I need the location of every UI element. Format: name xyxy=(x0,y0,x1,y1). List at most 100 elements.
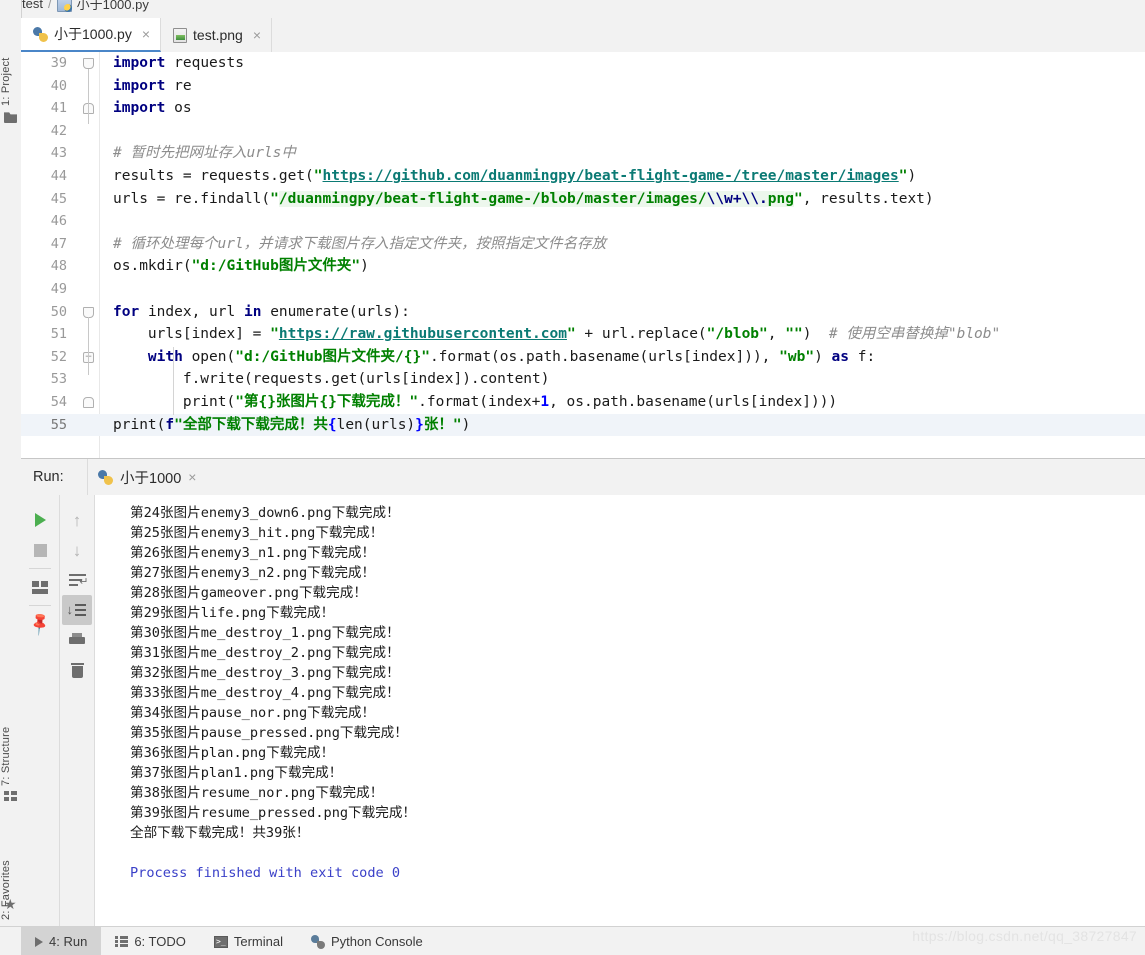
code-text: os.mkdir("d:/GitHub图片文件夹") xyxy=(113,258,369,275)
code-line[interactable]: 43 # 暂时先把网址存入urls中 xyxy=(21,142,1145,165)
console-line: 第34张图片pause_nor.png下载完成！ xyxy=(130,705,376,721)
toolbar-divider xyxy=(29,568,51,569)
tab-label: test.png xyxy=(193,27,243,43)
code-line[interactable]: 39 import requests xyxy=(21,52,1145,75)
terminal-icon: >_ xyxy=(213,935,228,948)
line-number: 43 xyxy=(50,145,67,162)
python-file-icon xyxy=(33,26,48,42)
code-line[interactable]: 42 xyxy=(21,120,1145,143)
code-line[interactable]: 44 results = requests.get("https://github… xyxy=(21,165,1145,188)
pin-tab-button[interactable]: 📌 xyxy=(25,609,55,639)
code-lines[interactable]: 39 import requests 40 import re 41 import os 4… xyxy=(21,52,1145,458)
line-number: 50 xyxy=(50,303,67,320)
structure-icon[interactable] xyxy=(4,790,17,803)
breadcrumb-file[interactable]: 小于1000.py xyxy=(77,0,149,13)
play-icon xyxy=(35,936,43,947)
status-item-run[interactable]: 4: Run xyxy=(21,927,102,955)
code-line[interactable]: 51 urls[index] = "https://raw.githubuser… xyxy=(21,323,1145,346)
line-number: 42 xyxy=(50,122,67,139)
star-icon[interactable]: ★ xyxy=(4,897,17,911)
run-toolbar-secondary: ↑ ↓ xyxy=(59,495,94,926)
console-line: 第31张图片me_destroy_2.png下载完成！ xyxy=(130,645,400,661)
console-line: 第26张图片enemy3_n1.png下载完成！ xyxy=(130,545,376,561)
code-text: import os xyxy=(113,100,192,117)
code-text: print("第{}张图片{}下载完成！".format(index+1, os… xyxy=(182,393,838,410)
print-button[interactable] xyxy=(62,625,92,655)
sidebar-item-project[interactable]: 1: Project xyxy=(0,18,21,106)
console-line: 第25张图片enemy3_hit.png下载完成！ xyxy=(130,525,384,541)
code-text: import re xyxy=(113,77,192,94)
sidebar-item-structure[interactable]: 7: Structure xyxy=(0,690,21,786)
console-line: 第32张图片me_destroy_3.png下载完成！ xyxy=(130,665,400,681)
code-line[interactable]: 50 for index, url in enumerate(urls): xyxy=(21,301,1145,324)
console-line: 第37张图片plan1.png下载完成！ xyxy=(130,765,343,781)
close-icon[interactable]: × xyxy=(188,469,196,485)
line-number: 54 xyxy=(50,393,67,410)
code-line[interactable]: 52− with open("d:/GitHub图片文件夹/{}".format… xyxy=(21,346,1145,369)
console-line: 第38张图片resume_nor.png下载完成！ xyxy=(130,785,384,801)
code-line[interactable]: 54 print("第{}张图片{}下载完成！".format(index+1,… xyxy=(21,391,1145,414)
stop-button[interactable] xyxy=(25,535,55,565)
scroll-to-end-icon xyxy=(67,602,86,617)
code-line[interactable]: 48 os.mkdir("d:/GitHub图片文件夹") xyxy=(21,255,1145,278)
fold-marker-icon[interactable] xyxy=(83,58,94,69)
code-text: for index, url in enumerate(urls): xyxy=(113,303,410,320)
status-item-label: 4: Run xyxy=(49,934,88,949)
code-text: with open("d:/GitHub图片文件夹/{}".format(os.… xyxy=(147,348,876,365)
code-text: urls[index] = "https://raw.githubusercon… xyxy=(147,326,1001,343)
run-tool-window: Run: 小于1000 × 📌 ↑ ↓ 第24张图片enemy3_down6.p… xyxy=(21,458,1145,926)
next-occurrence-button[interactable]: ↓ xyxy=(62,535,92,565)
console-line: 第28张图片gameover.png下载完成！ xyxy=(130,585,367,601)
code-line[interactable]: 49 xyxy=(21,278,1145,301)
status-item-label: 6: TODO xyxy=(134,934,186,949)
line-number: 53 xyxy=(50,371,67,388)
editor-tab-bar: 小于1000.py × test.png × xyxy=(21,18,1145,53)
arrow-down-icon: ↓ xyxy=(72,540,82,560)
run-panel-header: Run: 小于1000 × xyxy=(21,459,1145,496)
clear-all-button[interactable] xyxy=(62,655,92,685)
code-text: f.write(requests.get(urls[index]).conten… xyxy=(182,371,550,388)
scroll-to-end-button[interactable] xyxy=(62,595,92,625)
fold-marker-icon[interactable] xyxy=(83,306,94,318)
console-line: 第35张图片pause_pressed.png下载完成！ xyxy=(130,725,408,741)
python-icon xyxy=(310,934,325,949)
code-line[interactable]: 40 import re xyxy=(21,75,1145,98)
status-bar: 4: Run 6: TODO >_ Terminal Python Consol… xyxy=(0,926,1145,955)
pin-icon: 📌 xyxy=(27,611,54,638)
fold-guide xyxy=(88,69,89,124)
breadcrumb-project[interactable]: test xyxy=(22,0,43,11)
code-line[interactable]: 53 f.write(requests.get(urls[index]).con… xyxy=(21,368,1145,391)
line-number: 52 xyxy=(50,348,67,365)
rerun-button[interactable] xyxy=(25,505,55,535)
line-number: 46 xyxy=(50,213,67,230)
code-text: urls = re.findall("/duanmingpy/beat-flig… xyxy=(113,190,934,207)
soft-wrap-button[interactable] xyxy=(62,565,92,595)
code-line[interactable]: 55 print(f"全部下载下载完成！共{len(urls)}张！") xyxy=(21,413,1145,437)
pycharm-window: test / 小于1000.py 1: Project 7: Structure… xyxy=(0,0,1145,955)
python-icon xyxy=(98,469,113,485)
line-number: 49 xyxy=(50,280,67,297)
code-line[interactable]: 46 xyxy=(21,210,1145,233)
tab-label: 小于1000.py xyxy=(54,26,132,42)
folder-icon[interactable] xyxy=(4,112,17,123)
status-item-terminal[interactable]: >_ Terminal xyxy=(200,927,297,955)
code-line[interactable]: 41 import os xyxy=(21,97,1145,120)
code-editor[interactable]: 39 import requests 40 import re 41 import os 4… xyxy=(21,52,1145,458)
console-output[interactable]: 第24张图片enemy3_down6.png下载完成！ 第25张图片enemy3_… xyxy=(94,495,1145,926)
tab-python-file[interactable]: 小于1000.py × xyxy=(21,18,162,52)
tab-image-file[interactable]: test.png × xyxy=(161,18,273,52)
layout-button[interactable] xyxy=(25,572,55,602)
console-line: 第39张图片resume_pressed.png下载完成！ xyxy=(130,805,417,821)
code-line[interactable]: 47 # 循环处理每个url，并请求下载图片存入指定文件夹，按照指定文件名存放 xyxy=(21,233,1145,256)
breadcrumb-separator: / xyxy=(47,0,52,11)
fold-marker-icon[interactable] xyxy=(83,396,94,408)
status-item-todo[interactable]: 6: TODO xyxy=(101,927,200,955)
close-icon[interactable]: × xyxy=(142,26,150,42)
status-item-python-console[interactable]: Python Console xyxy=(297,927,437,955)
code-line[interactable]: 45 urls = re.findall("/duanmingpy/beat-fl… xyxy=(21,188,1145,211)
close-icon[interactable]: × xyxy=(253,27,261,43)
prev-occurrence-button[interactable]: ↑ xyxy=(62,505,92,535)
run-configuration-tab[interactable]: 小于1000 × xyxy=(87,459,206,495)
code-text: # 暂时先把网址存入urls中 xyxy=(113,145,296,162)
